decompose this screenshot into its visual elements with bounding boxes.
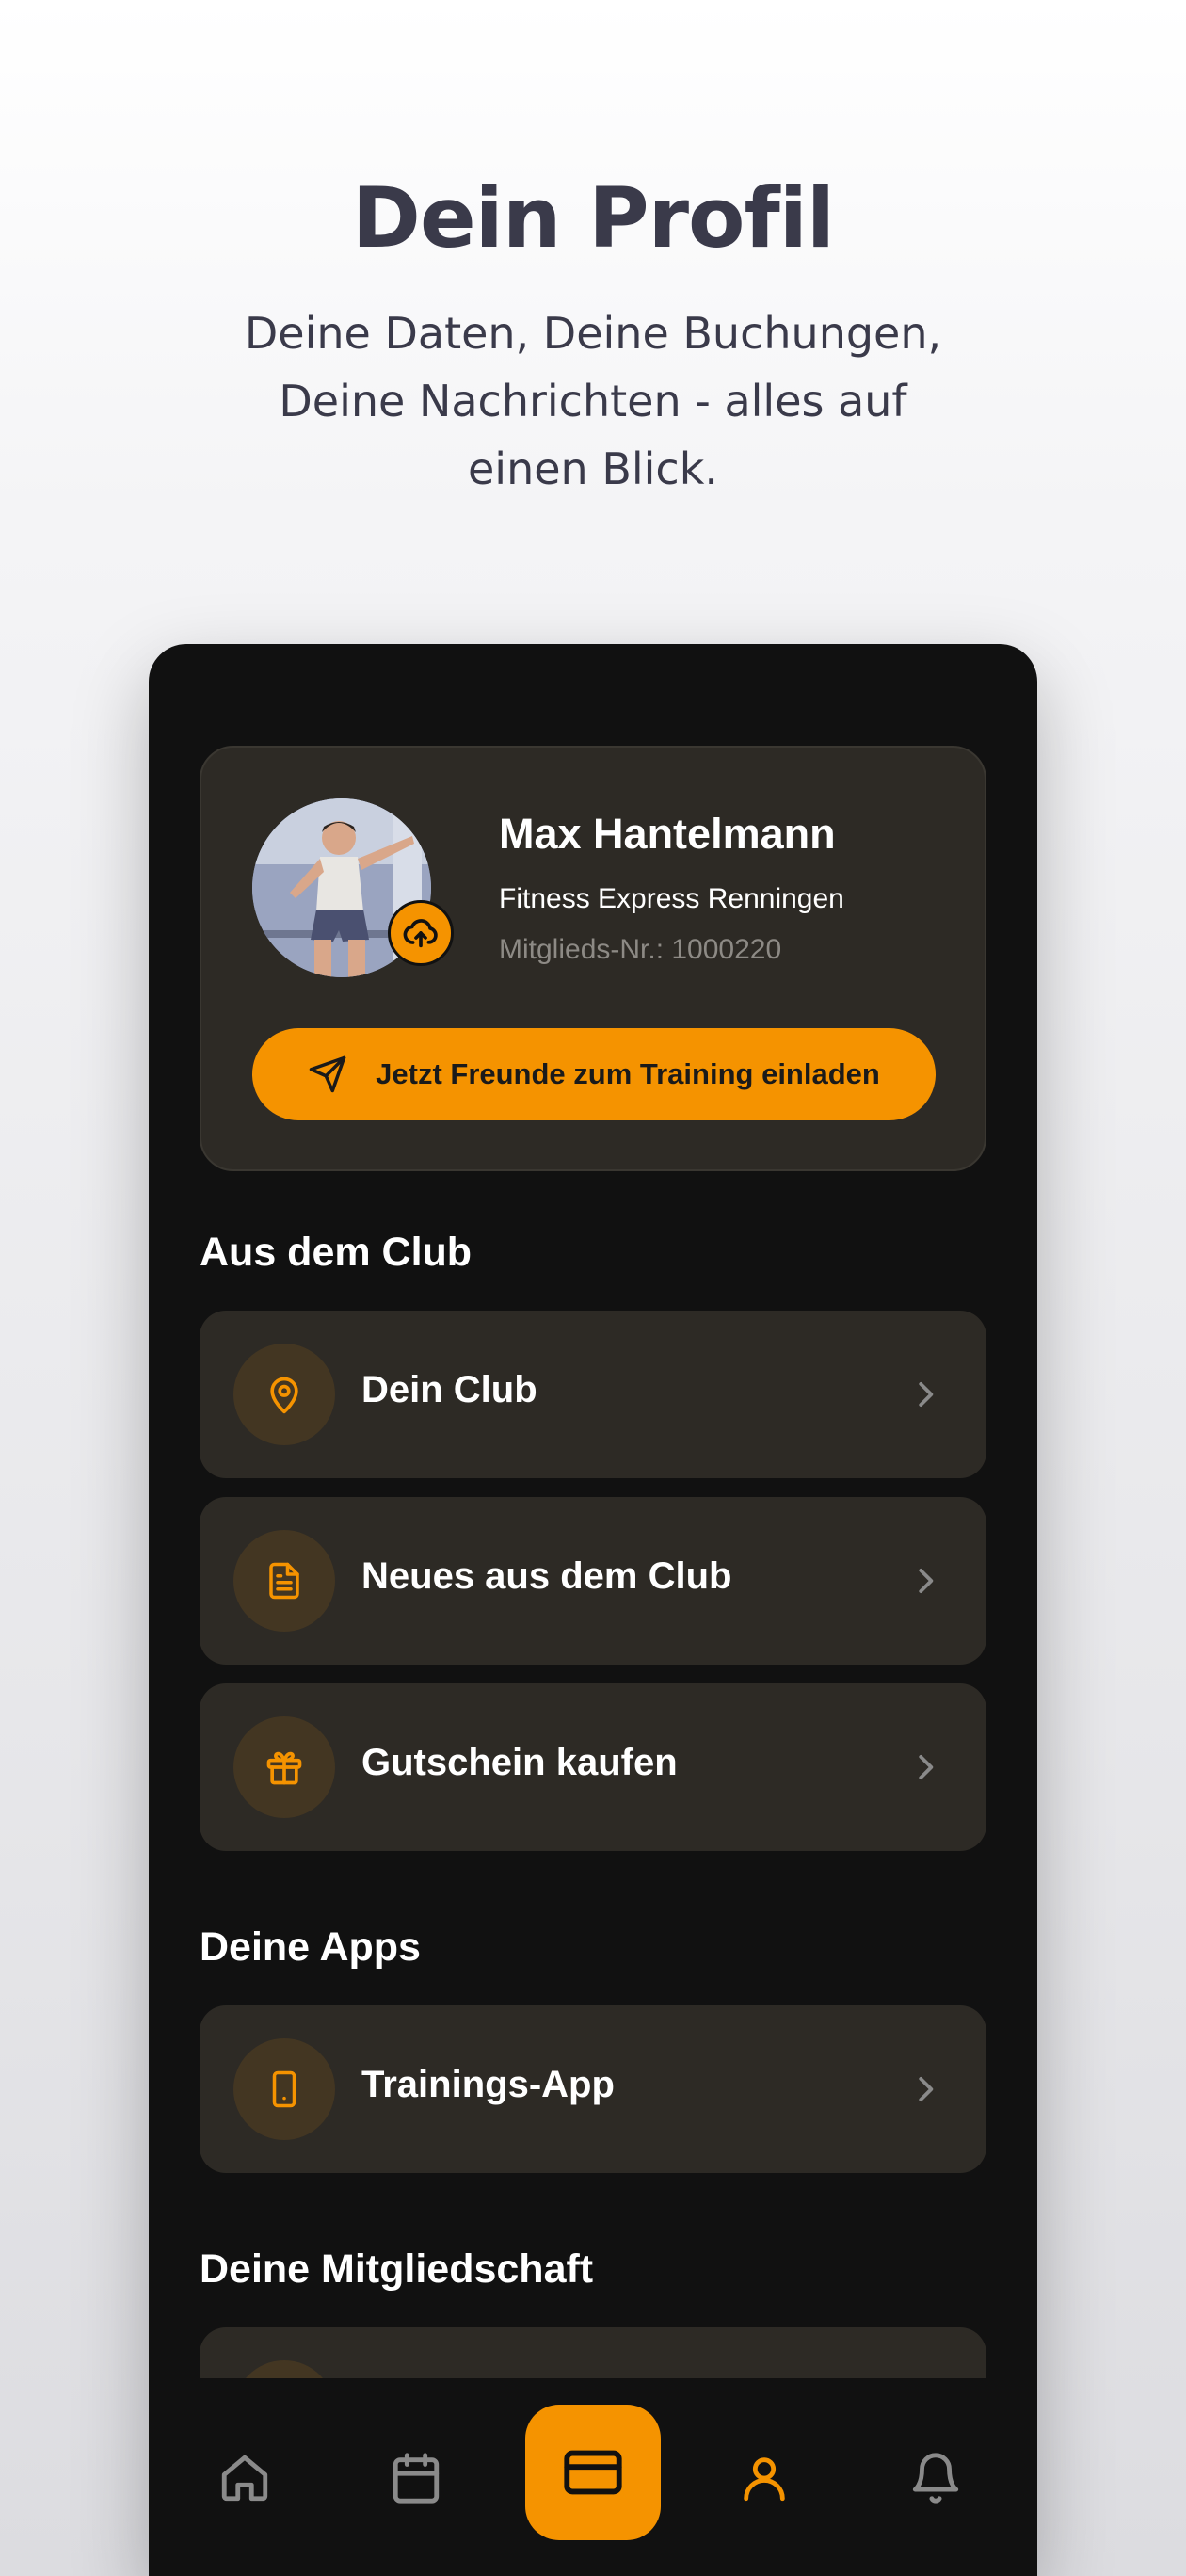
icon-circle bbox=[233, 2038, 335, 2140]
send-icon bbox=[309, 1055, 346, 1093]
phone-screen: Max Hantelmann Fitness Express Renningen… bbox=[149, 644, 1037, 2576]
menu-item-gutschein-kaufen[interactable]: Gutschein kaufen bbox=[200, 1683, 986, 1851]
profile-card: Max Hantelmann Fitness Express Renningen… bbox=[200, 746, 986, 1171]
icon-circle bbox=[233, 1344, 335, 1445]
user-icon bbox=[744, 2457, 785, 2502]
menu-item-label: Gutschein kaufen bbox=[361, 1742, 678, 1783]
icon-circle bbox=[233, 1716, 335, 1818]
section-title-club: Aus dem Club bbox=[200, 1230, 473, 1275]
nav-home[interactable] bbox=[198, 2431, 292, 2525]
invite-friends-label: Jetzt Freunde zum Training einladen bbox=[376, 1057, 880, 1090]
bottom-navigation bbox=[149, 2378, 1037, 2576]
document-icon bbox=[269, 1562, 299, 1600]
chevron-right-icon bbox=[919, 1382, 934, 1407]
nav-calendar[interactable] bbox=[369, 2431, 463, 2525]
member-number: Mitglieds-Nr.: 1000220 bbox=[499, 934, 782, 965]
invite-friends-button[interactable]: Jetzt Freunde zum Training einladen bbox=[252, 1028, 936, 1120]
chevron-right-icon bbox=[919, 2077, 934, 2101]
home-icon bbox=[221, 2455, 268, 2502]
menu-item-label: Trainings-App bbox=[361, 2064, 615, 2105]
menu-item-label: Dein Club bbox=[361, 1369, 537, 1410]
phone-icon bbox=[272, 2070, 296, 2108]
upload-photo-button[interactable] bbox=[388, 900, 454, 966]
card-icon bbox=[564, 2450, 622, 2495]
profile-name: Max Hantelmann bbox=[499, 810, 836, 858]
cloud-upload-icon bbox=[403, 919, 438, 948]
location-pin-icon bbox=[270, 1377, 298, 1414]
bell-icon bbox=[912, 2453, 959, 2504]
avatar-container bbox=[252, 798, 454, 977]
menu-item-dein-club[interactable]: Dein Club bbox=[200, 1311, 986, 1478]
chevron-right-icon bbox=[919, 1755, 934, 1779]
calendar-icon bbox=[393, 2453, 440, 2504]
nav-card[interactable] bbox=[525, 2405, 661, 2540]
promo-subtitle: Deine Daten, Deine Buchungen, Deine Nach… bbox=[244, 308, 942, 494]
nav-notifications[interactable] bbox=[889, 2431, 983, 2525]
profile-club: Fitness Express Renningen bbox=[499, 883, 844, 914]
section-title-apps: Deine Apps bbox=[200, 1924, 421, 1970]
chevron-right-icon bbox=[919, 1569, 934, 1593]
menu-item-label: Neues aus dem Club bbox=[361, 1555, 732, 1597]
menu-item-trainings-app[interactable]: Trainings-App bbox=[200, 2005, 986, 2173]
menu-item-neues-aus-dem-club[interactable]: Neues aus dem Club bbox=[200, 1497, 986, 1665]
gift-icon bbox=[266, 1751, 302, 1785]
promo-title: Dein Profil bbox=[351, 169, 835, 266]
nav-profile[interactable] bbox=[717, 2431, 811, 2525]
icon-circle bbox=[233, 1530, 335, 1632]
section-title-membership: Deine Mitgliedschaft bbox=[200, 2246, 594, 2292]
